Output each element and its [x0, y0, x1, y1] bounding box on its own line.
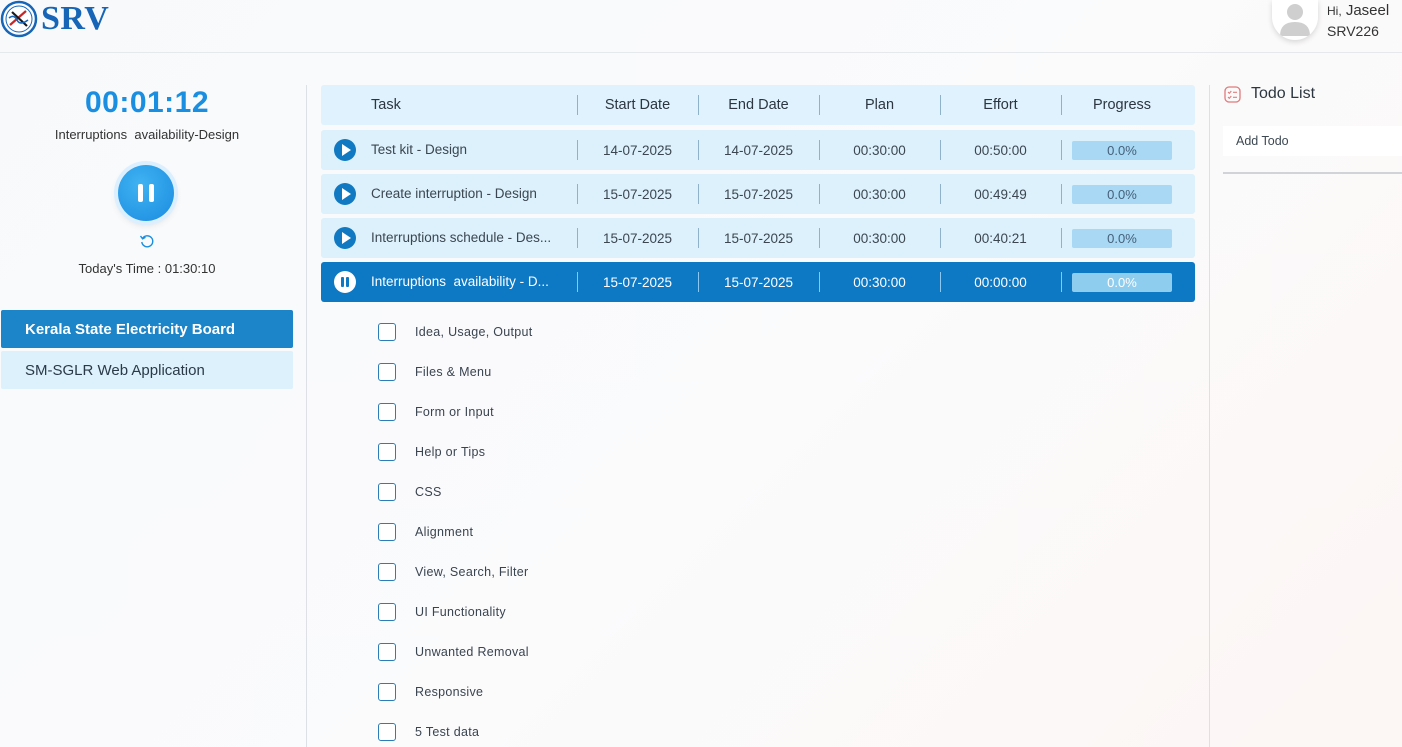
- col-task: Task: [371, 97, 401, 113]
- user-icon: [1280, 4, 1310, 36]
- row-start-date: 15-07-2025: [602, 274, 673, 290]
- timer-task-name: Interruptions availability-Design: [54, 127, 240, 142]
- project-item-sm-sglr[interactable]: SM-SGLR Web Application: [1, 351, 293, 389]
- row-effort: 00:50:00: [974, 142, 1027, 158]
- checklist-item[interactable]: Idea, Usage, Output: [378, 323, 533, 341]
- checkbox[interactable]: [378, 683, 396, 701]
- checkbox[interactable]: [378, 483, 396, 501]
- row-progress: 0.0%: [1061, 262, 1183, 302]
- row-end-date: 15-07-2025: [723, 230, 794, 246]
- checklist-item[interactable]: Help or Tips: [378, 443, 485, 461]
- row-start-date: 14-07-2025: [602, 142, 673, 158]
- srv-logo-icon: [0, 0, 38, 38]
- todo-divider: [1223, 172, 1402, 174]
- row-plan: 00:30:00: [853, 274, 906, 290]
- col-progress: Progress: [1092, 97, 1152, 113]
- row-plan: 00:30:00: [853, 230, 906, 246]
- row-effort: 00:40:21: [974, 230, 1027, 246]
- checklist-item[interactable]: Responsive: [378, 683, 483, 701]
- checklist-item[interactable]: UI Functionality: [378, 603, 506, 621]
- progress-bar: 0.0%: [1072, 272, 1172, 292]
- todays-time: Today's Time : 01:30:10: [78, 261, 216, 276]
- timer-pause-button[interactable]: [118, 165, 174, 221]
- row-progress: 0.0%: [1061, 174, 1183, 214]
- row-task: Interruptions availability - D...: [371, 274, 549, 289]
- row-start-date: 15-07-2025: [602, 186, 673, 202]
- col-start-date: Start Date: [604, 97, 671, 113]
- table-row[interactable]: Interruptions schedule - Des... 15-07-20…: [321, 218, 1195, 258]
- checklist-item[interactable]: Files & Menu: [378, 363, 492, 381]
- row-plan: 00:30:00: [853, 142, 906, 158]
- checkbox[interactable]: [378, 563, 396, 581]
- checkbox[interactable]: [378, 643, 396, 661]
- row-end-date: 15-07-2025: [723, 274, 794, 290]
- user-info: Hi, Jaseel SRV226: [1327, 1, 1389, 41]
- checklist-item[interactable]: Form or Input: [378, 403, 494, 421]
- table-row-active[interactable]: Interruptions availability - D... 15-07-…: [321, 262, 1195, 302]
- user-menu[interactable]: Hi, Jaseel SRV226: [1272, 0, 1389, 41]
- row-end-date: 15-07-2025: [723, 186, 794, 202]
- logo[interactable]: SRV: [0, 0, 109, 38]
- add-todo-input[interactable]: [1223, 126, 1402, 156]
- play-icon[interactable]: [334, 227, 356, 249]
- checklist-item[interactable]: Unwanted Removal: [378, 643, 529, 661]
- user-name: Jaseel: [1345, 2, 1390, 19]
- table-row[interactable]: Create interruption - Design 15-07-2025 …: [321, 174, 1195, 214]
- row-progress: 0.0%: [1061, 218, 1183, 258]
- row-task: Create interruption - Design: [371, 186, 537, 201]
- row-effort: 00:49:49: [974, 186, 1027, 202]
- project-item-kseb[interactable]: Kerala State Electricity Board: [1, 310, 293, 348]
- table-row[interactable]: Test kit - Design 14-07-2025 14-07-2025 …: [321, 130, 1195, 170]
- checklist-item[interactable]: 5 Test data: [378, 723, 479, 741]
- checklist-item[interactable]: View, Search, Filter: [378, 563, 528, 581]
- user-greeting: Hi, Jaseel: [1327, 2, 1390, 19]
- row-start-date: 15-07-2025: [602, 230, 673, 246]
- row-plan: 00:30:00: [853, 186, 906, 202]
- checkbox[interactable]: [378, 443, 396, 461]
- top-header: SRV Hi, Jaseel SRV226: [0, 0, 1402, 53]
- col-effort: Effort: [983, 97, 1018, 113]
- reset-icon[interactable]: [139, 233, 155, 249]
- row-effort: 00:00:00: [974, 274, 1027, 290]
- play-icon[interactable]: [334, 183, 356, 205]
- checklist-item[interactable]: CSS: [378, 483, 442, 501]
- divider-left: [306, 85, 307, 747]
- progress-bar: 0.0%: [1072, 184, 1172, 204]
- play-icon[interactable]: [334, 139, 356, 161]
- divider-right: [1209, 85, 1210, 747]
- col-plan: Plan: [864, 97, 895, 113]
- row-progress: 0.0%: [1061, 130, 1183, 170]
- user-id: SRV226: [1327, 23, 1379, 39]
- checkbox[interactable]: [378, 323, 396, 341]
- avatar[interactable]: [1272, 0, 1318, 40]
- checkbox[interactable]: [378, 363, 396, 381]
- progress-bar: 0.0%: [1072, 228, 1172, 248]
- checkbox[interactable]: [378, 403, 396, 421]
- row-task: Test kit - Design: [371, 142, 468, 157]
- checklist-item[interactable]: Alignment: [378, 523, 473, 541]
- todo-list-icon: [1224, 86, 1241, 103]
- todo-list-title: Todo List: [1251, 85, 1316, 102]
- task-table-header: Task Start Date End Date Plan Effort Pro…: [321, 85, 1195, 125]
- row-task: Interruptions schedule - Des...: [371, 230, 552, 245]
- pause-icon[interactable]: [334, 271, 356, 293]
- col-end-date: End Date: [728, 97, 789, 113]
- checkbox[interactable]: [378, 523, 396, 541]
- progress-bar: 0.0%: [1072, 140, 1172, 160]
- row-end-date: 14-07-2025: [723, 142, 794, 158]
- logo-text: SRV: [41, 0, 110, 37]
- running-timer: 00:01:12: [84, 86, 210, 119]
- checkbox[interactable]: [378, 723, 396, 741]
- checkbox[interactable]: [378, 603, 396, 621]
